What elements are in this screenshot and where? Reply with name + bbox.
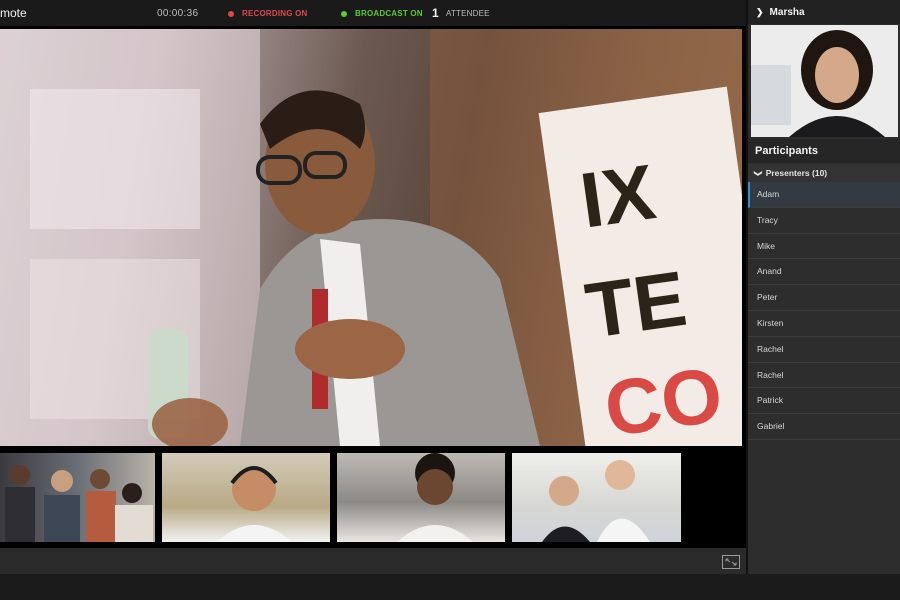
group-label: Presenters (10) — [765, 168, 828, 178]
participant-item[interactable]: Tracy — [748, 208, 900, 234]
video-stage: IX TE CO — [0, 26, 746, 548]
participant-thumbnails — [0, 453, 746, 542]
participant-item[interactable]: Kirsten — [748, 311, 900, 337]
recording-label: RECORDING ON — [242, 9, 308, 18]
participant-item[interactable]: Rachel — [748, 337, 900, 363]
participant-item[interactable]: Gabriel — [748, 414, 900, 440]
participant-item[interactable]: Anand — [748, 259, 900, 286]
session-timer: 00:00:36 — [157, 8, 199, 19]
bottom-control-bar — [0, 548, 746, 574]
chevron-right-icon: ❯ — [756, 6, 764, 17]
self-video-illustration — [751, 25, 898, 137]
self-view-header[interactable]: ❯ Marsha — [748, 0, 900, 24]
banner-text-line1: IX — [575, 147, 660, 244]
speaker-scene-illustration: IX TE CO — [0, 29, 742, 446]
participant-item[interactable]: Peter — [748, 285, 900, 311]
expand-icon[interactable] — [722, 555, 740, 569]
participant-item[interactable]: Mike — [748, 234, 900, 260]
audience-illustration — [5, 465, 153, 542]
top-bar: mote 00:00:36 RECORDING ON BROADCAST ON … — [0, 0, 746, 26]
participant-item[interactable]: Patrick — [748, 388, 900, 415]
participant-list: Adam Tracy Mike Anand Peter Kirsten Rach… — [748, 182, 900, 440]
banner-text-line2: TE — [581, 254, 692, 355]
broadcast-label: BROADCAST ON — [355, 9, 423, 18]
thumbnail-headset-man[interactable] — [162, 453, 330, 542]
recording-dot-icon — [228, 10, 234, 17]
attendee-count: 1 — [432, 6, 439, 20]
participants-title: Participants — [748, 139, 900, 163]
right-sidebar: ❯ Marsha Participants ❮ Presenters (10) … — [746, 0, 900, 574]
broadcast-status: BROADCAST ON — [341, 9, 423, 18]
attendee-label: ATTENDEE — [446, 9, 490, 18]
thumbnail-woman[interactable] — [337, 453, 505, 542]
banner-text-line3: CO — [599, 350, 727, 446]
two-people-illustration — [542, 460, 650, 542]
participant-item[interactable]: Adam — [748, 182, 900, 208]
main-speaker-video[interactable]: IX TE CO — [0, 29, 742, 446]
chevron-down-icon: ❮ — [752, 169, 762, 177]
woman-illustration — [397, 453, 473, 542]
thumbnail-two-people[interactable] — [512, 453, 681, 542]
broadcast-dot-icon — [341, 10, 347, 17]
self-name: Marsha — [769, 6, 805, 18]
participant-item[interactable]: Rachel — [748, 363, 900, 389]
presenters-group-header[interactable]: ❮ Presenters (10) — [748, 164, 900, 182]
thumbnail-audience[interactable] — [0, 453, 155, 542]
self-video[interactable] — [751, 25, 898, 137]
recording-status: RECORDING ON — [228, 9, 308, 18]
footer — [0, 574, 900, 600]
headset-man-illustration — [217, 466, 292, 542]
app-title: mote — [0, 6, 27, 20]
